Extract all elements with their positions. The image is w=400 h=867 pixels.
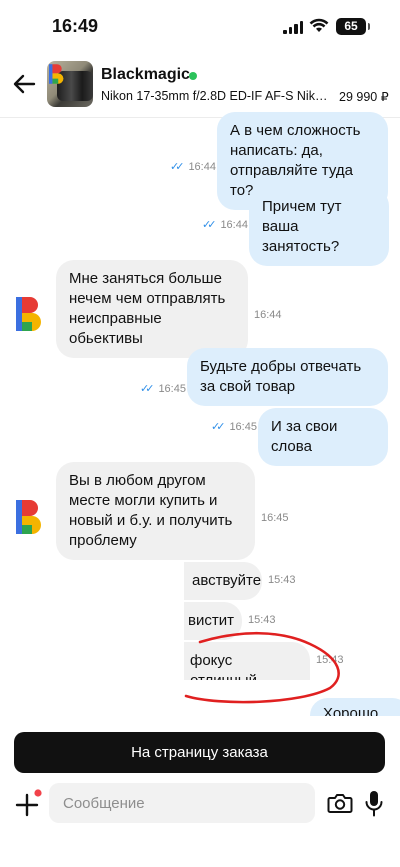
incoming-message[interactable]: авствуйте: [184, 562, 262, 600]
status-time: 16:49: [52, 16, 99, 36]
message-meta: 15:43: [268, 574, 296, 586]
message-text: авствуйте: [192, 572, 262, 589]
status-bar: 16:49 65: [0, 0, 400, 52]
incoming-message[interactable]: Вы в любом другом месте могли купить и н…: [56, 462, 255, 560]
incoming-message[interactable]: Мне заняться больше нечем чем отправлять…: [56, 260, 248, 358]
message-time: 16:44: [254, 309, 282, 321]
wifi-icon: [309, 18, 329, 32]
battery-icon: 65: [336, 18, 370, 35]
read-check-icon: ✓✓: [170, 161, 185, 173]
composer-panel: На страницу заказа: [0, 716, 400, 867]
product-price: 29 990 ₽: [339, 90, 389, 104]
signal-icon: [283, 21, 303, 34]
message-time: 16:45: [229, 420, 257, 433]
camera-icon[interactable]: [327, 792, 353, 814]
read-check-icon: ✓✓: [211, 421, 226, 433]
read-check-icon: ✓✓: [140, 383, 155, 395]
message-text: Будьте добры отвечать за свой товар: [200, 358, 362, 395]
seller-avatar-icon[interactable]: [16, 500, 42, 534]
message-meta: ✓✓ 16:45: [140, 382, 186, 396]
red-annotation-scribble: [184, 631, 340, 704]
message-time: 16:44: [220, 218, 248, 231]
message-meta: ✓✓ 16:45: [211, 420, 257, 434]
message-time: 16:45: [261, 512, 289, 524]
message-meta: 16:45: [261, 512, 289, 524]
message-meta: ✓✓ 16:44: [170, 160, 216, 174]
back-arrow-icon[interactable]: [10, 70, 38, 98]
cropped-message-row: авствуйте 15:43: [184, 560, 400, 600]
outgoing-message[interactable]: Будьте добры отвечать за свой товар: [187, 348, 388, 406]
product-title[interactable]: Nikon 17-35mm f/2.8D ED-IF AF-S Nikkor..…: [101, 89, 331, 103]
order-page-button[interactable]: На страницу заказа: [14, 732, 385, 773]
seller-logo-icon: [49, 64, 64, 84]
message-meta: ✓✓ 16:44: [202, 218, 248, 232]
message-text: Причем тут ваша занятость?: [262, 198, 342, 255]
message-input[interactable]: [49, 783, 315, 823]
outgoing-message[interactable]: И за свои слова: [258, 408, 388, 466]
attach-plus-icon[interactable]: [14, 789, 42, 818]
chat-header: Blackmagic Nikon 17-35mm f/2.8D ED-IF AF…: [0, 52, 400, 118]
message-time: 15:43: [268, 574, 296, 586]
message-meta: 16:44: [254, 309, 282, 321]
outgoing-message[interactable]: Причем тут ваша занятость?: [249, 188, 389, 266]
microphone-icon[interactable]: [364, 790, 384, 818]
message-text: И за свои слова: [271, 418, 338, 455]
message-text: Мне заняться больше нечем чем отправлять…: [69, 270, 226, 347]
message-time: 16:44: [188, 160, 216, 173]
message-time: 16:45: [158, 382, 186, 395]
seller-name[interactable]: Blackmagic: [101, 66, 190, 84]
online-indicator: [189, 72, 197, 80]
message-text: Вы в любом другом месте могли купить и н…: [69, 472, 233, 549]
seller-avatar-icon[interactable]: [16, 297, 42, 331]
product-thumbnail[interactable]: [47, 61, 93, 107]
read-check-icon: ✓✓: [202, 219, 217, 231]
